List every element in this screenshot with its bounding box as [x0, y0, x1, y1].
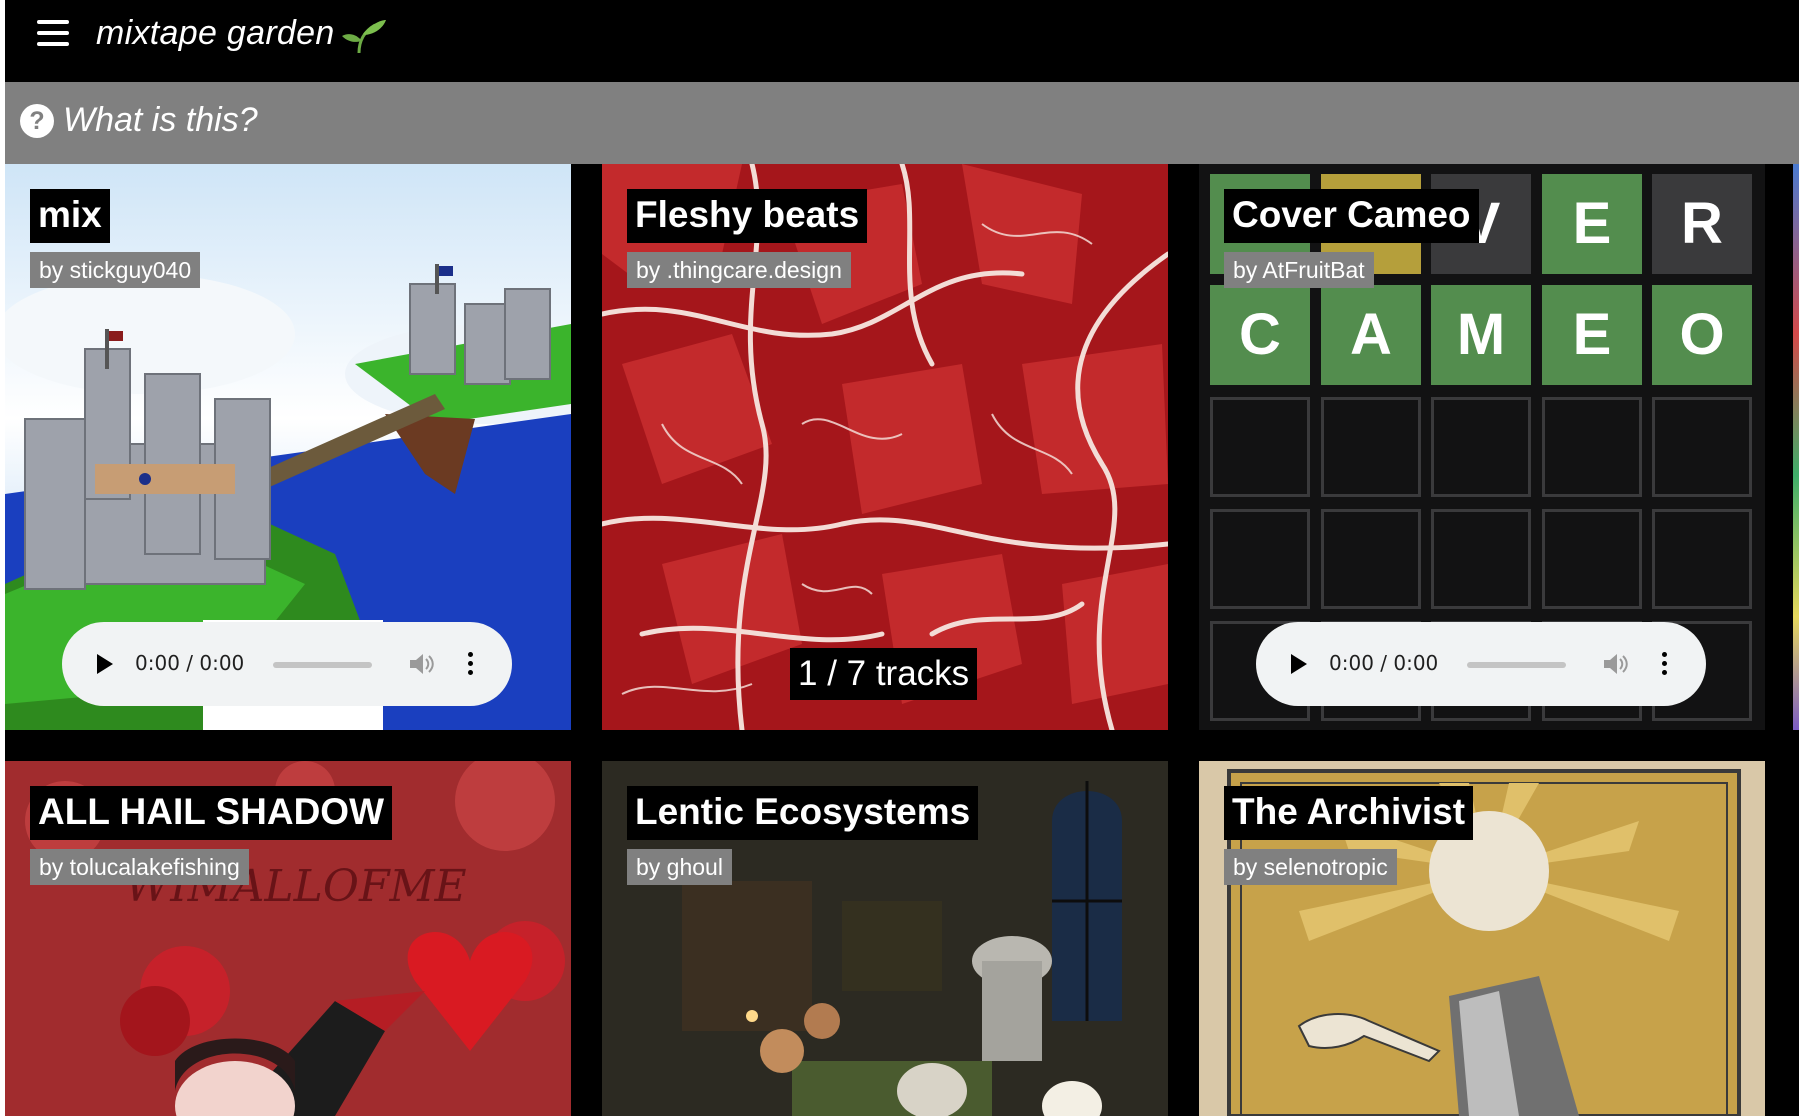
tile-title: Cover Cameo: [1224, 189, 1479, 243]
tile-title: The Archivist: [1224, 786, 1474, 840]
track-count: 1 / 7 tracks: [790, 648, 978, 700]
tile-author: by selenotropic: [1224, 849, 1397, 885]
tile-author: by stickguy040: [30, 252, 201, 288]
audio-player: 0:00 / 0:00: [1256, 622, 1706, 706]
seek-slider[interactable]: [1467, 662, 1566, 668]
tile-title: mix: [30, 189, 110, 243]
player-time: 0:00 / 0:00: [135, 651, 245, 675]
more-options-icon[interactable]: [467, 652, 473, 678]
volume-icon[interactable]: [1602, 652, 1628, 676]
question-circle-icon: ?: [20, 104, 54, 138]
app-title[interactable]: mixtape garden: [96, 14, 335, 53]
mixtape-tile-mix[interactable]: mix by stickguy040 0:00 / 0:00: [5, 164, 571, 730]
mixtape-tile-the-archivist[interactable]: The Archivist by selenotropic: [1199, 761, 1765, 1116]
tile-author: by tolucalakefishing: [30, 849, 249, 885]
tile-title: Fleshy beats: [627, 189, 868, 243]
tile-title: Lentic Ecosystems: [627, 786, 979, 840]
tile-author: by AtFruitBat: [1224, 252, 1374, 288]
mixtape-tile-all-hail-shadow[interactable]: WIMALLOFME ALL HAIL SHADOW by tolucalake…: [5, 761, 571, 1116]
what-is-this-label: What is this?: [63, 101, 258, 139]
mixtape-tile-cover-cameo[interactable]: V E R C A M E O Cover Cameo by AtFruitBa…: [1199, 164, 1765, 730]
volume-icon[interactable]: [408, 652, 434, 676]
tile-author: by .thingcare.design: [627, 252, 851, 288]
top-bar: mixtape garden: [5, 0, 1799, 82]
next-tile-edge: [1793, 164, 1799, 730]
sprout-icon: [342, 20, 386, 54]
audio-player: 0:00 / 0:00: [62, 622, 512, 706]
mixtape-tile-lentic-ecosystems[interactable]: Lentic Ecosystems by ghoul: [602, 761, 1168, 1116]
play-icon[interactable]: [1291, 654, 1307, 674]
tile-author: by ghoul: [627, 849, 732, 885]
more-options-icon[interactable]: [1661, 652, 1667, 678]
mixtape-tile-fleshy-beats[interactable]: Fleshy beats by .thingcare.design 1 / 7 …: [602, 164, 1168, 730]
page-left-edge: [0, 0, 5, 1116]
raw-meat-texture-image: [602, 164, 1168, 730]
what-is-this-bar[interactable]: ? What is this?: [5, 82, 1799, 164]
tile-title: ALL HAIL SHADOW: [30, 786, 393, 840]
play-icon[interactable]: [97, 654, 113, 674]
player-time: 0:00 / 0:00: [1329, 651, 1439, 675]
hamburger-menu-icon[interactable]: [37, 18, 71, 48]
seek-slider[interactable]: [273, 662, 372, 668]
